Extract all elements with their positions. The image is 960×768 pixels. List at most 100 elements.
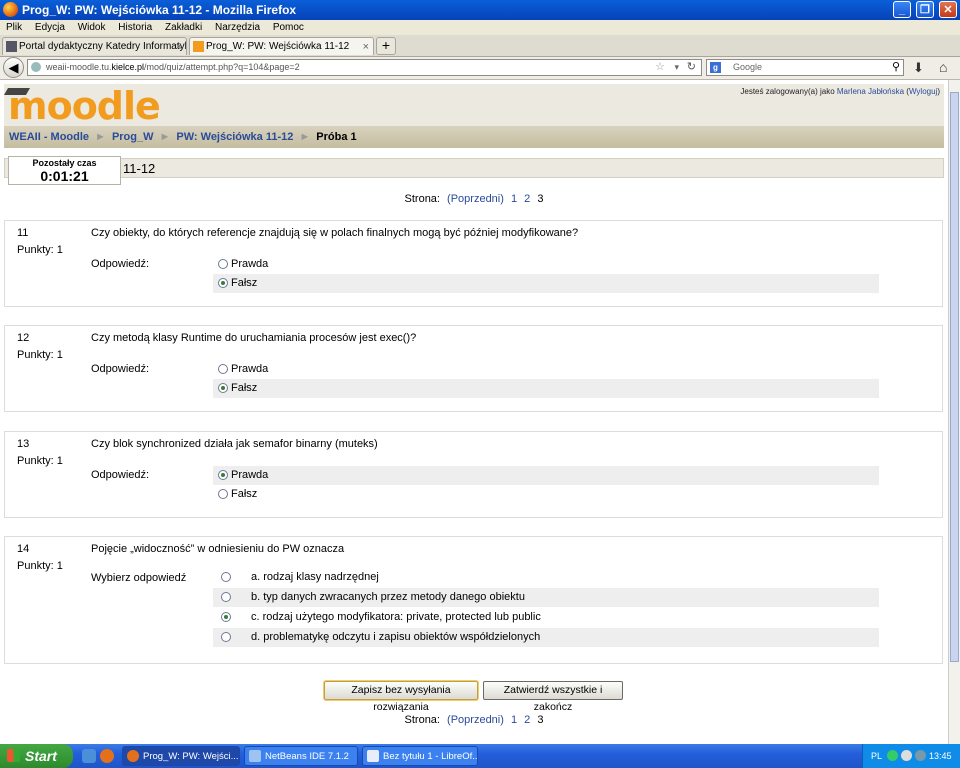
tray-volume-icon[interactable] — [915, 750, 926, 761]
radio-button[interactable] — [221, 572, 231, 582]
pager-prev-link[interactable]: (Poprzedni) — [447, 714, 504, 726]
back-button[interactable]: ◀ — [3, 57, 24, 78]
search-placeholder: Google — [733, 62, 763, 72]
menu-view[interactable]: Widok — [78, 20, 106, 35]
radio-button-selected[interactable] — [218, 470, 228, 480]
url-dropdown-icon[interactable]: ▾ — [674, 60, 679, 75]
breadcrumb-quiz[interactable]: PW: Wejściówka 11-12 — [176, 131, 293, 143]
radio-button-selected[interactable] — [218, 383, 228, 393]
pager-prev-link[interactable]: (Poprzedni) — [447, 193, 504, 205]
radio-button-selected[interactable] — [221, 612, 231, 622]
minimize-button[interactable]: _ — [892, 1, 911, 18]
menu-history[interactable]: Historia — [118, 20, 152, 35]
clock[interactable]: 13:45 — [929, 744, 952, 768]
taskbar-netbeans[interactable]: NetBeans IDE 7.1.2 — [244, 746, 358, 766]
logout-link[interactable]: Wyloguj — [909, 87, 937, 96]
download-icon[interactable]: ⬇ — [913, 60, 924, 76]
search-magnifier-icon[interactable]: ⚲ — [892, 60, 900, 75]
option-b[interactable]: b. typ danych zwracanych przez metody da… — [213, 588, 879, 607]
question-number: 11 — [17, 227, 29, 239]
tray-network-icon[interactable] — [901, 750, 912, 761]
document-icon — [367, 750, 379, 762]
pager-page-2[interactable]: 2 — [524, 714, 530, 726]
menu-edit[interactable]: Edycja — [35, 20, 65, 35]
tray-app-icon[interactable] — [887, 750, 898, 761]
vertical-scrollbar[interactable] — [948, 80, 960, 744]
question-11: 11 Punkty: 1 Czy obiekty, do których ref… — [4, 220, 943, 307]
question-number: 13 — [17, 438, 30, 450]
scrollbar-thumb[interactable] — [950, 92, 959, 662]
page-favicon-icon — [6, 41, 17, 52]
breadcrumb-separator-icon: ► — [159, 131, 171, 143]
menu-file[interactable]: Plik — [6, 20, 22, 35]
submit-all-button[interactable]: Zatwierdź wszystkie i zakończ — [483, 681, 623, 713]
menu-bar: Plik Edycja Widok Historia Zakładki Narz… — [0, 20, 960, 35]
breadcrumb-separator-icon: ► — [299, 131, 311, 143]
moodle-logo[interactable]: moodle — [3, 86, 161, 126]
option-false[interactable]: Fałsz — [213, 379, 879, 398]
tab-label: Portal dydaktyczny Katedry Informatyki .… — [19, 41, 187, 52]
option-true[interactable]: Prawda — [213, 360, 879, 379]
home-icon[interactable]: ⌂ — [939, 59, 947, 75]
option-d[interactable]: d. problematykę odczytu i zapisu obiektó… — [213, 628, 879, 647]
radio-button[interactable] — [221, 592, 231, 602]
breadcrumb: WEAII - Moodle ► Prog_W ► PW: Wejściówka 11-… — [4, 126, 944, 148]
timer-box: Pozostały czas 0:01:21 — [8, 156, 121, 185]
moodle-header: moodle Jesteś zalogowany(a) jako Marlena… — [3, 84, 944, 126]
radio-button[interactable] — [221, 632, 231, 642]
tab-quiz[interactable]: Prog_W: PW: Wejściówka 11-12 × — [189, 37, 374, 55]
reload-icon[interactable]: ↻ — [687, 60, 696, 75]
radio-button[interactable] — [218, 489, 228, 499]
show-desktop-icon[interactable] — [82, 749, 96, 763]
page-content: moodle Jesteś zalogowany(a) jako Marlena… — [0, 80, 948, 744]
option-false[interactable]: Fałsz — [213, 485, 879, 504]
tab-close-icon[interactable]: × — [176, 38, 182, 55]
menu-bookmarks[interactable]: Zakładki — [165, 20, 202, 35]
url-bar[interactable]: weaii-moodle.tu.kielce.pl/mod/quiz/attem… — [27, 59, 702, 76]
site-identity-icon — [31, 62, 41, 72]
search-bar[interactable]: g Google ⚲ — [706, 59, 904, 76]
option-true[interactable]: Prawda — [213, 255, 879, 274]
question-text: Czy blok synchronized działa jak semafor… — [91, 438, 378, 450]
taskbar-firefox[interactable]: Prog_W: PW: Wejści... — [122, 746, 240, 766]
menu-tools[interactable]: Narzędzia — [215, 20, 260, 35]
firefox-icon — [3, 2, 18, 17]
tab-close-icon[interactable]: × — [363, 38, 369, 55]
firefox-quicklaunch-icon[interactable] — [100, 749, 114, 763]
question-points: Punkty: 1 — [17, 455, 63, 467]
language-indicator[interactable]: PL — [871, 744, 882, 768]
pager-page-1[interactable]: 1 — [511, 714, 517, 726]
pager-page-1[interactable]: 1 — [511, 193, 517, 205]
option-c[interactable]: c. rodzaj użytego modyfikatora: private,… — [213, 608, 879, 627]
option-true[interactable]: Prawda — [213, 466, 879, 485]
new-tab-button[interactable]: + — [376, 37, 396, 55]
radio-button[interactable] — [218, 259, 228, 269]
radio-button[interactable] — [218, 364, 228, 374]
option-false[interactable]: Fałsz — [213, 274, 879, 293]
bookmark-star-icon[interactable]: ☆ — [655, 60, 665, 75]
breadcrumb-course[interactable]: Prog_W — [112, 131, 154, 143]
google-search-engine-icon[interactable]: g — [710, 62, 721, 73]
answer-label: Odpowiedź: — [91, 469, 150, 481]
start-button[interactable]: Start — [0, 744, 73, 768]
menu-help[interactable]: Pomoc — [273, 20, 304, 35]
netbeans-icon — [249, 750, 261, 762]
window-titlebar: Prog_W: PW: Wejściówka 11-12 - Mozilla F… — [0, 0, 960, 20]
radio-button-selected[interactable] — [218, 278, 228, 288]
pager-label: Strona: — [404, 193, 440, 205]
option-a[interactable]: a. rodzaj klasy nadrzędnej — [213, 568, 879, 587]
save-without-submit-button[interactable]: Zapisz bez wysyłania rozwiązania — [324, 681, 478, 713]
breadcrumb-home[interactable]: WEAII - Moodle — [9, 131, 89, 143]
question-points: Punkty: 1 — [17, 244, 63, 256]
maximize-button[interactable]: ❐ — [915, 1, 934, 18]
taskbar-libreoffice[interactable]: Bez tytułu 1 - LibreOf... — [362, 746, 478, 766]
pager-page-2[interactable]: 2 — [524, 193, 530, 205]
tab-portal[interactable]: Portal dydaktyczny Katedry Informatyki .… — [2, 37, 187, 55]
breadcrumb-attempt: Próba 1 — [316, 131, 357, 143]
answer-label: Odpowiedź: — [91, 258, 150, 270]
firefox-icon — [127, 750, 139, 762]
user-profile-link[interactable]: Marlena Jabłońska — [837, 87, 904, 96]
pager-bottom: Strona: (Poprzedni) 1 2 3 — [0, 714, 948, 726]
close-window-button[interactable]: ✕ — [939, 1, 957, 18]
quiz-title: 11-12 — [123, 161, 156, 176]
